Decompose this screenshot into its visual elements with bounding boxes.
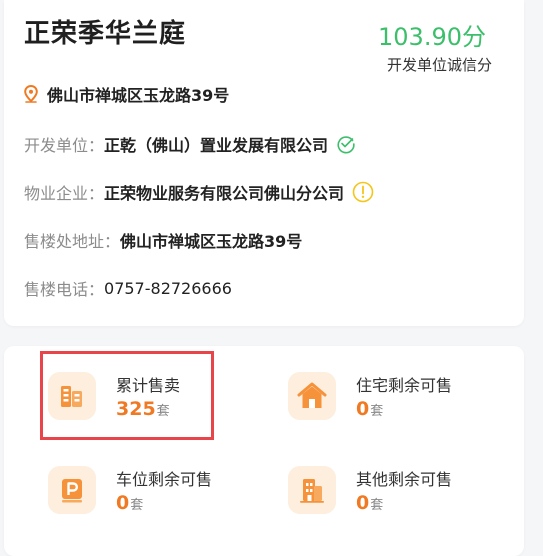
sales-phone-value[interactable]: 0757-82726666: [104, 279, 232, 298]
stat-value-line: 0套: [356, 492, 383, 514]
sales-phone-row: 售楼电话： 0757-82726666: [24, 276, 232, 300]
stat-value: 0: [356, 398, 370, 420]
parking-icon: [48, 466, 96, 514]
stat-title: 其他剩余可售: [356, 470, 453, 489]
office-icon: [288, 466, 336, 514]
project-address[interactable]: 佛山市禅城区玉龙路39号: [24, 82, 229, 106]
location-pin-icon: [24, 85, 38, 103]
stat-unit: 套: [370, 404, 384, 419]
sales-office-address-value: 佛山市禅城区玉龙路39号: [120, 232, 303, 251]
stat-unit: 套: [370, 498, 384, 513]
project-title: 正荣季华兰庭: [24, 19, 187, 49]
stat-value: 0: [116, 492, 130, 514]
highlight-box: [40, 351, 214, 440]
developer-row: 开发单位： 正乾（佛山）置业发展有限公司: [24, 132, 356, 156]
project-info-card: 正荣季华兰庭 103.90分 开发单位诚信分 佛山市禅城区玉龙路39号 开发单位…: [4, 0, 524, 326]
property-company-label: 物业企业：: [24, 184, 105, 203]
stat-residential-remaining[interactable]: 住宅剩余可售 0套: [288, 370, 488, 440]
stat-other-remaining[interactable]: 其他剩余可售 0套: [288, 464, 488, 534]
property-company-value[interactable]: 正荣物业服务有限公司佛山分公司: [104, 180, 344, 204]
address-text: 佛山市禅城区玉龙路39号: [47, 86, 230, 105]
sales-phone-label: 售楼电话：: [24, 280, 105, 299]
stat-title: 车位剩余可售: [116, 470, 213, 489]
stat-value-line: 0套: [356, 398, 383, 420]
stat-parking-remaining[interactable]: 车位剩余可售 0套: [48, 464, 248, 534]
developer-value[interactable]: 正乾（佛山）置业发展有限公司: [104, 132, 328, 156]
stat-value-line: 0套: [116, 492, 143, 514]
integrity-score: 103.90分: [378, 23, 486, 51]
stat-title: 住宅剩余可售: [356, 376, 453, 395]
check-circle-icon: [336, 134, 356, 154]
warning-circle-icon: [352, 181, 374, 203]
sales-office-address-row: 售楼处地址： 佛山市禅城区玉龙路39号: [24, 228, 302, 252]
sales-office-address-label: 售楼处地址：: [24, 232, 121, 251]
stat-value: 0: [356, 492, 370, 514]
property-company-row: 物业企业： 正荣物业服务有限公司佛山分公司: [24, 180, 374, 204]
house-icon: [288, 372, 336, 420]
integrity-score-label: 开发单位诚信分: [386, 56, 492, 74]
stat-unit: 套: [130, 498, 144, 513]
developer-label: 开发单位：: [24, 136, 105, 155]
